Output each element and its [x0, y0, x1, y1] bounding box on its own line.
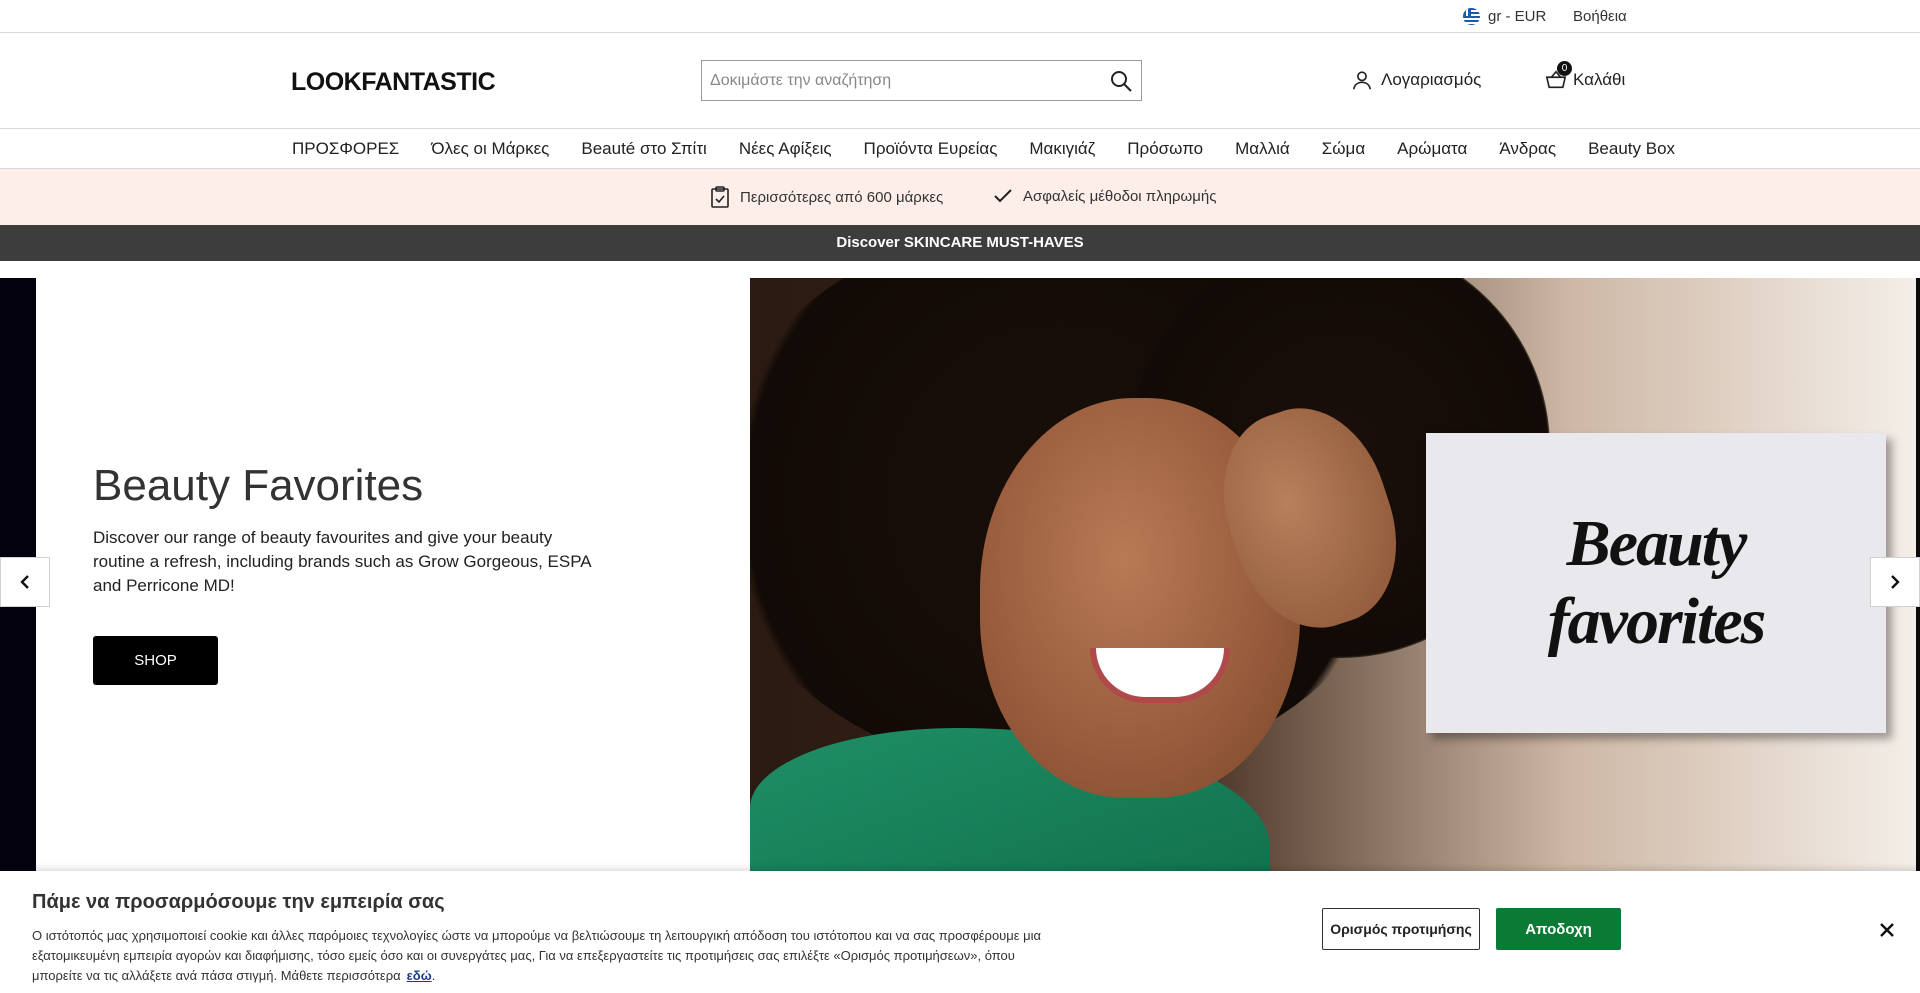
search-box — [701, 60, 1142, 101]
cookie-learn-more-link[interactable]: εδώ — [407, 968, 432, 983]
nav-item-all-brands[interactable]: Όλες οι Μάρκες — [431, 139, 549, 159]
search-icon[interactable] — [1109, 69, 1133, 93]
promo-banner[interactable]: Discover SKINCARE MUST-HAVES — [0, 225, 1920, 261]
user-icon — [1352, 71, 1372, 90]
hero-image[interactable]: Beauty favorites — [750, 278, 1916, 871]
usp-brands: Περισσότερες από 600 μάρκες — [710, 186, 943, 208]
logo[interactable]: LOOKFANTASTIC — [291, 68, 496, 97]
preferences-button[interactable]: Ορισμός προτιμήσης — [1322, 908, 1480, 950]
usp-bar: Περισσότερες από 600 μάρκες Ασφαλείς μέθ… — [0, 169, 1920, 225]
nav-item-beauty-box[interactable]: Beauty Box — [1588, 139, 1675, 159]
chevron-right-icon — [1891, 575, 1900, 589]
usp-payment: Ασφαλείς μέθοδοι πληρωμής — [993, 186, 1216, 206]
nav-item-fragrance[interactable]: Αρώματα — [1397, 139, 1467, 159]
cart-label: Καλάθι — [1573, 70, 1626, 89]
beauty-favorites-card: Beauty favorites — [1426, 433, 1886, 733]
utility-bar: gr - EUR Βοήθεια — [0, 0, 1920, 33]
nav-item-new-arrivals[interactable]: Νέες Αφίξεις — [739, 139, 832, 159]
nav-item-offers[interactable]: ΠΡΟΣΦΟΡΕΣ — [292, 139, 399, 159]
nav-item-beaute-home[interactable]: Beauté στο Σπίτι — [581, 139, 706, 159]
nav-item-makeup[interactable]: Μακιγιάζ — [1029, 139, 1095, 159]
card-line-1: Beauty — [1566, 507, 1748, 580]
locale-label: gr - EUR — [1488, 8, 1547, 25]
carousel-next-button[interactable] — [1870, 557, 1920, 607]
carousel-prev-button[interactable] — [0, 557, 50, 607]
chevron-left-icon — [20, 575, 29, 589]
nav-list: ΠΡΟΣΦΟΡΕΣ Όλες οι Μάρκες Beauté στο Σπίτ… — [292, 139, 1707, 159]
cookie-body: Ο ιστότοπός μας χρησιμοποιεί cookie και … — [32, 928, 1042, 983]
main-nav: ΠΡΟΣΦΟΡΕΣ Όλες οι Μάρκες Beauté στο Σπίτ… — [0, 129, 1920, 169]
site-header: LOOKFANTASTIC Λογαριασμός 0 Καλάθι — [0, 33, 1920, 129]
hero-title: Beauty Favorites — [93, 461, 424, 510]
usp-payment-label: Ασφαλείς μέθοδοι πληρωμής — [1023, 187, 1217, 205]
accept-button[interactable]: Αποδοχη — [1496, 908, 1621, 950]
nav-item-body[interactable]: Σώμα — [1322, 139, 1365, 159]
greece-flag-icon — [1463, 8, 1480, 25]
hero-carousel: Beauty Favorites Discover our range of b… — [0, 278, 1920, 871]
account-label: Λογαριασμός — [1381, 70, 1482, 89]
nav-item-face[interactable]: Πρόσωπο — [1127, 139, 1203, 159]
help-link[interactable]: Βοήθεια — [1573, 8, 1627, 25]
cart-count-badge: 0 — [1557, 61, 1572, 76]
nav-item-hair[interactable]: Μαλλιά — [1235, 139, 1290, 159]
cookie-banner: Πάμε να προσαρμόσουμε την εμπειρία σας Ο… — [0, 871, 1920, 993]
close-icon[interactable] — [1876, 919, 1898, 941]
checkmark-icon — [994, 189, 1012, 203]
hero-description: Discover our range of beauty favourites … — [93, 528, 591, 595]
nav-item-wellness[interactable]: Προϊόντα Ευρείας — [864, 139, 998, 159]
account-link[interactable]: Λογαριασμός — [1351, 69, 1481, 91]
usp-brands-label: Περισσότερες από 600 μάρκες — [740, 188, 944, 206]
cookie-text: Ο ιστότοπός μας χρησιμοποιεί cookie και … — [32, 928, 1042, 983]
shop-button[interactable]: SHOP — [93, 636, 218, 685]
locale-selector[interactable]: gr - EUR — [1463, 8, 1546, 25]
search-input[interactable] — [702, 61, 1092, 100]
basket-icon-wrapper: 0 — [1545, 61, 1572, 91]
card-line-2: favorites — [1547, 585, 1767, 658]
clipboard-check-icon — [711, 186, 729, 208]
nav-item-men[interactable]: Άνδρας — [1499, 139, 1556, 159]
cookie-title: Πάμε να προσαρμόσουμε την εμπειρία σας — [32, 891, 445, 913]
cart-link[interactable]: 0 Καλάθι — [1545, 61, 1626, 91]
